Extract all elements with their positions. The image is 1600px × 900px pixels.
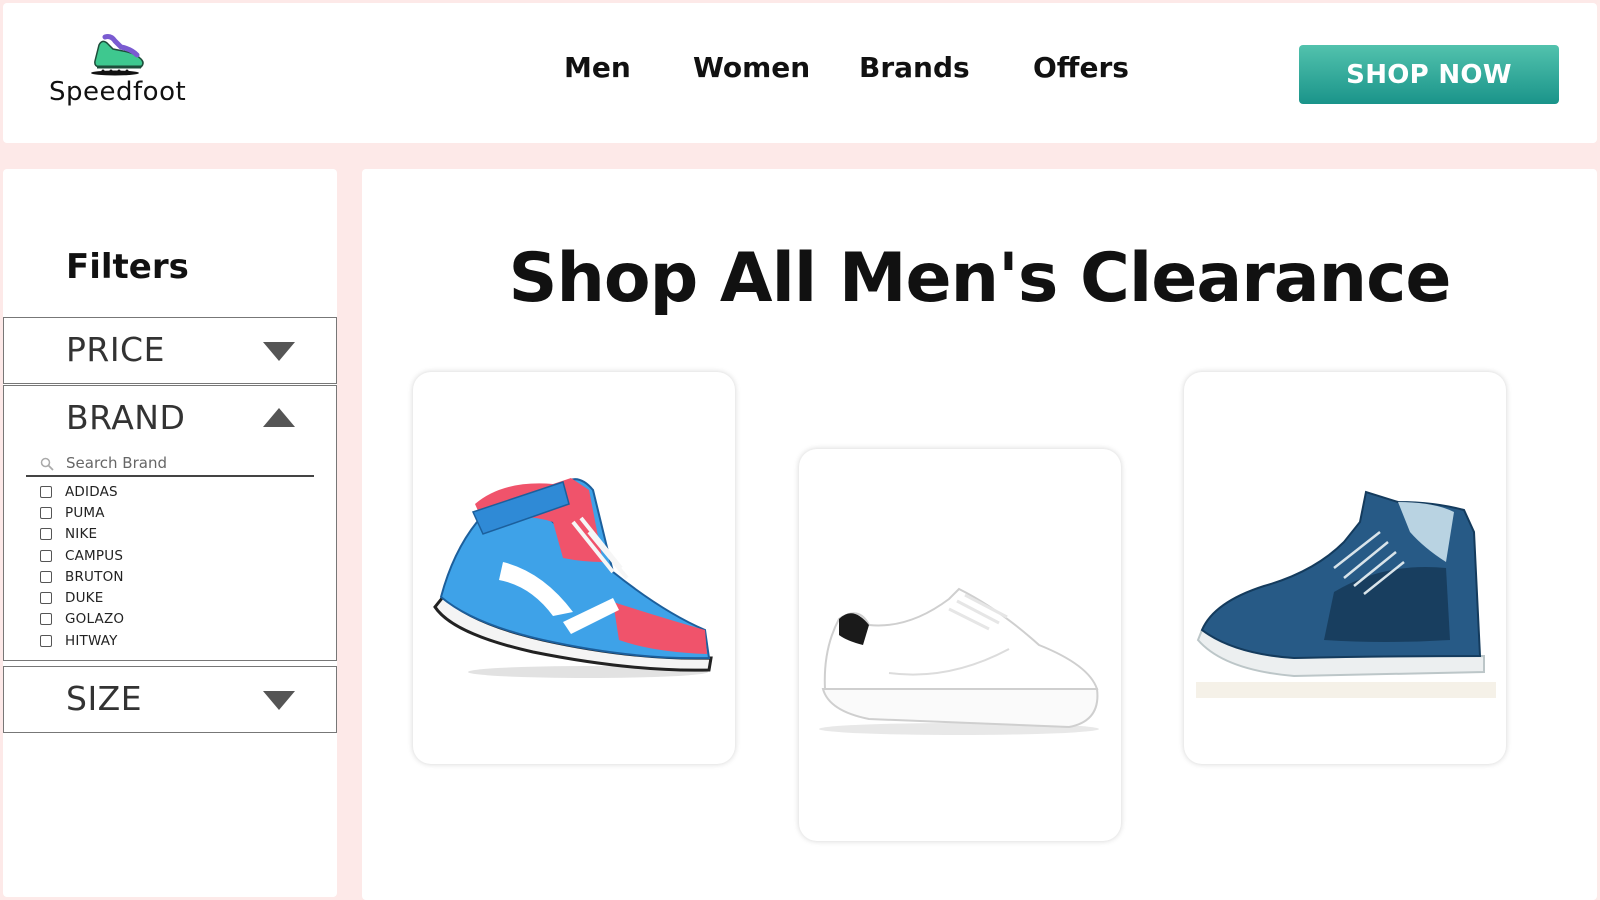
filter-size-toggle[interactable]: SIZE [4,667,336,733]
checkbox[interactable] [40,592,52,605]
checkbox[interactable] [40,528,52,541]
product-card[interactable] [413,372,735,764]
brand-option-label: HITWAY [65,632,118,649]
chevron-down-icon [263,342,295,361]
brand-option-bruton[interactable]: BRUTON [40,566,124,587]
filter-price-label: PRICE [66,330,165,369]
checkbox[interactable] [40,549,52,562]
nav-link-women[interactable]: Women [693,51,810,84]
navy-high-top-sneaker-image [1196,490,1496,698]
brand-option-nike[interactable]: NIKE [40,524,124,545]
checkbox[interactable] [40,613,52,626]
brand-option-label: PUMA [65,504,105,521]
brand-option-label: ADIDAS [65,483,118,500]
checkbox[interactable] [40,485,52,498]
brand-option-label: BRUTON [65,568,124,585]
brand-option-hitway[interactable]: HITWAY [40,630,124,651]
search-icon [40,457,54,471]
brand-option-label: GOLAZO [65,611,125,628]
filter-price-toggle[interactable]: PRICE [4,318,336,384]
brand-option-label: NIKE [65,526,98,543]
filter-brand: BRAND ADIDAS PUMA NIKE [3,385,337,661]
brand-logo[interactable]: Speedfoot [47,29,197,119]
brand-option-label: DUKE [65,590,104,607]
product-card[interactable] [1184,372,1506,764]
filter-size-label: SIZE [66,679,143,718]
checkbox[interactable] [40,506,52,519]
checkbox[interactable] [40,570,52,583]
filters-sidebar: Filters PRICE BRAND ADIDAS P [3,169,337,897]
top-header: Speedfoot Men Women Brands Offers SHOP N… [3,3,1597,143]
brand-option-adidas[interactable]: ADIDAS [40,481,124,502]
white-low-top-sneaker-image [819,587,1099,735]
filters-title: Filters [66,247,189,287]
brand-search [26,452,314,477]
page-title: Shop All Men's Clearance [508,239,1451,318]
brand-option-duke[interactable]: DUKE [40,587,124,608]
sneaker-logo-icon [91,34,144,76]
brand-options: ADIDAS PUMA NIKE CAMPUS BRUTON DUKE GOLA… [40,481,124,651]
brand-option-campus[interactable]: CAMPUS [40,545,124,566]
brand-option-label: CAMPUS [65,547,124,564]
shop-now-button[interactable]: SHOP NOW [1299,45,1559,104]
filter-brand-toggle[interactable]: BRAND [4,386,336,452]
brand-option-golazo[interactable]: GOLAZO [40,609,124,630]
filter-size: SIZE [3,666,337,733]
chevron-down-icon [263,691,295,710]
product-area: Shop All Men's Clearance [362,169,1597,900]
brand-name: Speedfoot [49,77,187,107]
checkbox[interactable] [40,634,52,647]
blue-red-high-top-sneaker-image [433,478,713,678]
nav-link-offers[interactable]: Offers [1033,51,1129,84]
nav-link-brands[interactable]: Brands [859,51,970,84]
brand-search-input[interactable] [66,453,306,473]
brand-option-puma[interactable]: PUMA [40,502,124,523]
filter-price: PRICE [3,317,337,384]
filter-brand-label: BRAND [66,398,186,437]
chevron-up-icon [263,408,295,427]
product-card[interactable] [799,449,1121,841]
nav-link-men[interactable]: Men [564,51,631,84]
